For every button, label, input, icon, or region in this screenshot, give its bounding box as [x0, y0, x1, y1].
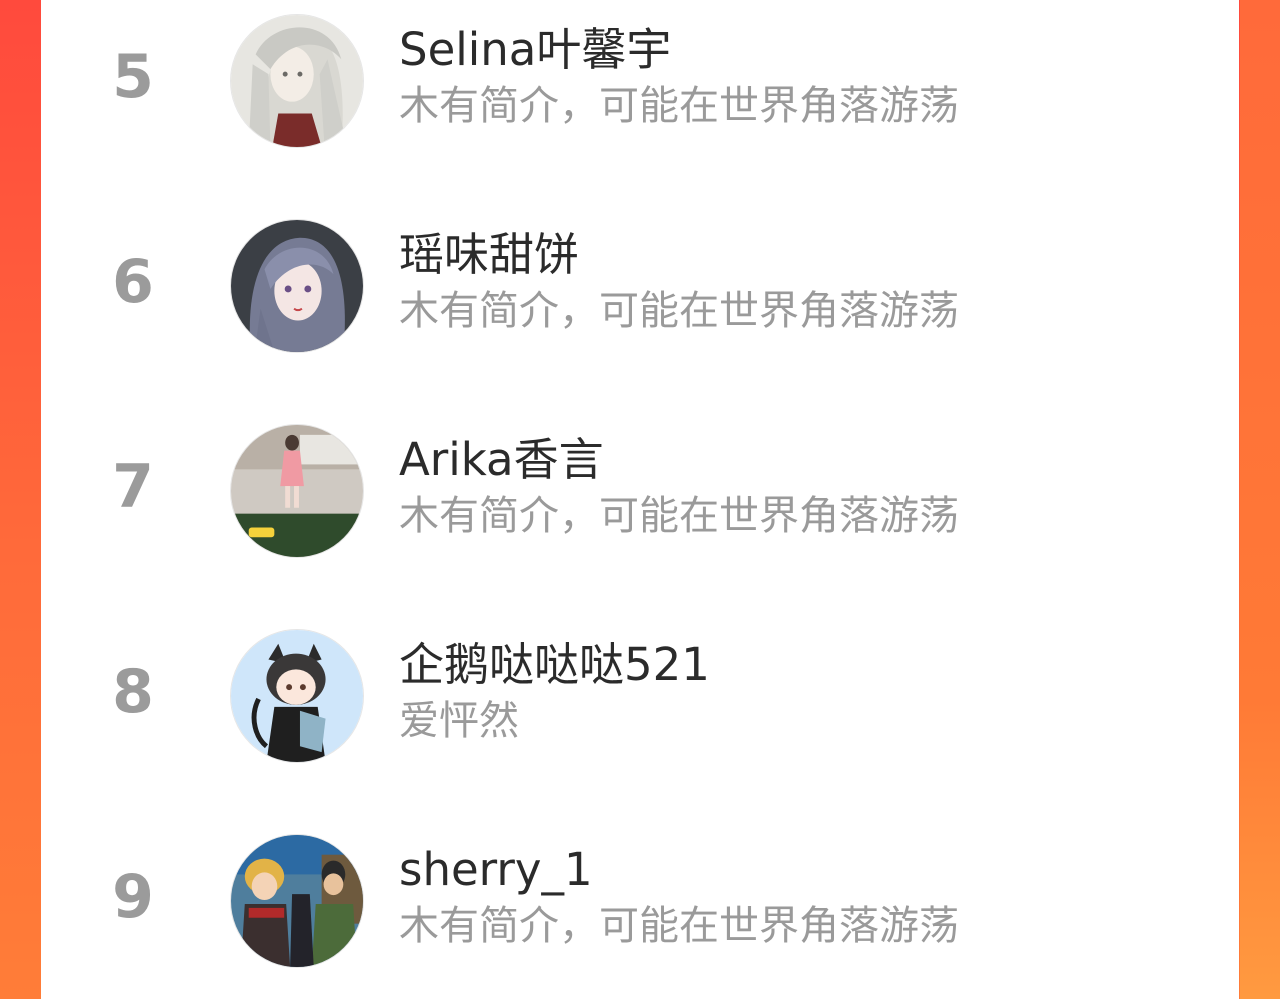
user-bio: 爱怦然 — [399, 698, 519, 744]
list-item[interactable]: 5 Selina叶馨宇 木有简介，可能在世界角落游荡 — [41, 2, 1239, 152]
cat-ear-girl-cartoon-avatar-icon[interactable] — [230, 629, 364, 763]
user-name[interactable]: sherry_1 — [399, 840, 593, 900]
rank-number: 9 — [112, 862, 154, 932]
photo-girl-pink-dress-avatar-icon[interactable] — [230, 424, 364, 558]
user-bio: 木有简介，可能在世界角落游荡 — [399, 903, 959, 949]
rank-number: 6 — [112, 247, 154, 317]
user-name[interactable]: Arika香言 — [399, 430, 604, 490]
user-bio: 木有简介，可能在世界角落游荡 — [399, 493, 959, 539]
list-item[interactable]: 9 sherry_1 木有简介，可能在世界角落游荡 — [41, 822, 1239, 972]
user-name[interactable]: 瑶味甜饼 — [399, 225, 579, 285]
list-item[interactable]: 7 Arika香言 木有简介，可能在世界角落游荡 — [41, 412, 1239, 562]
user-name[interactable]: Selina叶馨宇 — [399, 20, 671, 80]
background-edge-right — [1240, 0, 1280, 999]
rank-number: 5 — [112, 42, 154, 112]
user-bio: 木有简介，可能在世界角落游荡 — [399, 288, 959, 334]
anime-girl-dark-hair-avatar-icon[interactable] — [230, 219, 364, 353]
ranking-list-panel: 5 Selina叶馨宇 木有简介，可能在世界角落游荡 6 瑶味甜饼 木有简介，可… — [41, 0, 1239, 999]
anime-girl-white-hair-avatar-icon[interactable] — [230, 14, 364, 148]
rank-number: 8 — [112, 657, 154, 727]
list-item[interactable]: 6 瑶味甜饼 木有简介，可能在世界角落游荡 — [41, 207, 1239, 357]
user-name[interactable]: 企鹅哒哒哒521 — [399, 635, 710, 695]
anime-ninja-group-avatar-icon[interactable] — [230, 834, 364, 968]
user-bio: 木有简介，可能在世界角落游荡 — [399, 83, 959, 129]
rank-number: 7 — [112, 452, 154, 522]
list-item[interactable]: 8 企鹅哒哒哒521 爱怦然 — [41, 617, 1239, 767]
